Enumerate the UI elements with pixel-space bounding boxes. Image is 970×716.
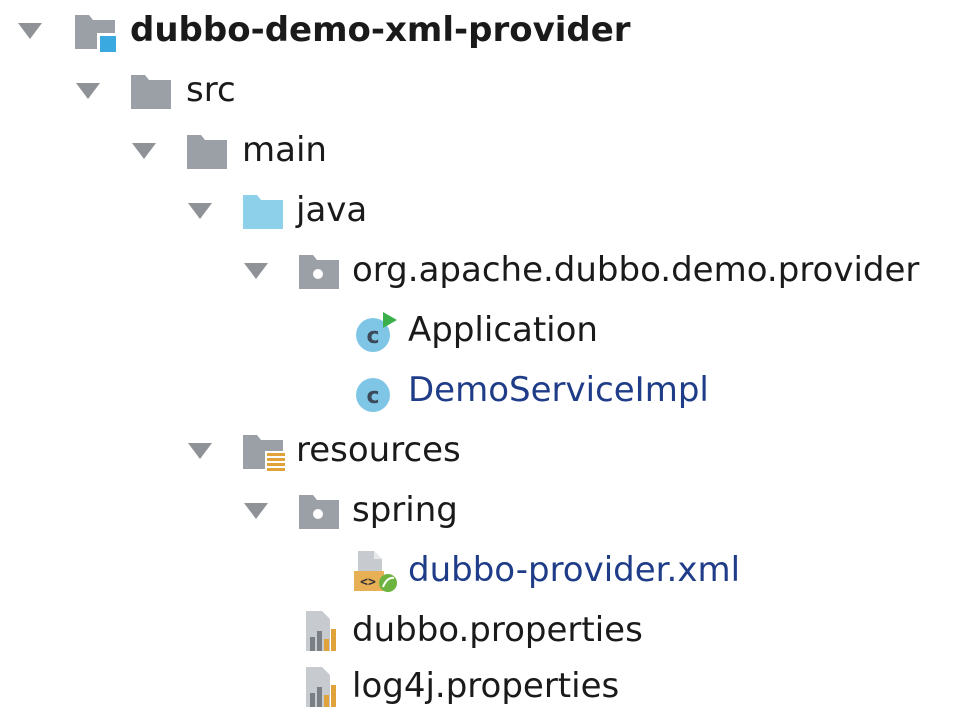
expand-arrow-icon[interactable] [186,196,214,224]
tree-node-demo-service-impl[interactable]: c DemoServiceImpl [0,360,970,420]
folder-icon [131,75,171,109]
tree-node-resources[interactable]: resources [0,420,970,480]
tree-node-src[interactable]: src [0,60,970,120]
tree-node-label: src [186,70,236,110]
tree-node-label: dubbo-provider.xml [408,550,741,590]
tree-node-label: DemoServiceImpl [408,370,709,410]
tree-node-java[interactable]: java [0,180,970,240]
tree-node-label: main [242,130,327,170]
tree-node-log4j-properties[interactable]: log4j.properties [0,656,970,716]
runnable-class-icon: c [356,312,397,352]
tree-node-label: Application [408,310,598,350]
expand-arrow-icon[interactable] [186,436,214,464]
tree-node-label: dubbo-demo-xml-provider [130,10,631,50]
tree-node-root[interactable]: dubbo-demo-xml-provider [0,0,970,60]
tree-node-label: dubbo.properties [352,610,643,650]
spring-xml-file-icon: <> [354,551,397,592]
package-icon [299,495,339,529]
tree-node-label: log4j.properties [352,666,620,706]
expand-arrow-icon[interactable] [130,136,158,164]
source-root-folder-icon [243,195,283,229]
tree-node-label: org.apache.dubbo.demo.provider [352,250,920,290]
svg-text:<>: <> [360,575,376,590]
tree-node-spring[interactable]: spring [0,480,970,540]
resources-folder-icon [243,435,286,473]
tree-node-label: spring [352,490,458,530]
expand-arrow-icon[interactable] [74,76,102,104]
properties-file-icon [306,667,336,707]
expand-arrow-icon[interactable] [242,256,270,284]
project-tree: dubbo-demo-xml-provider src main java or… [0,0,970,716]
properties-file-icon [306,611,336,651]
svg-text:c: c [366,384,379,409]
svg-text:c: c [366,324,379,349]
tree-node-label: resources [296,430,461,470]
expand-arrow-icon[interactable] [16,16,44,44]
tree-node-dubbo-properties[interactable]: dubbo.properties [0,600,970,660]
folder-icon [187,135,227,169]
class-icon: c [356,378,390,412]
expand-arrow-icon[interactable] [242,496,270,524]
module-folder-icon [75,15,117,53]
tree-node-provider-xml[interactable]: <> dubbo-provider.xml [0,540,970,600]
tree-node-package[interactable]: org.apache.dubbo.demo.provider [0,240,970,300]
tree-node-main[interactable]: main [0,120,970,180]
tree-node-application[interactable]: c Application [0,300,970,360]
package-icon [299,255,339,289]
tree-node-label: java [296,190,368,230]
